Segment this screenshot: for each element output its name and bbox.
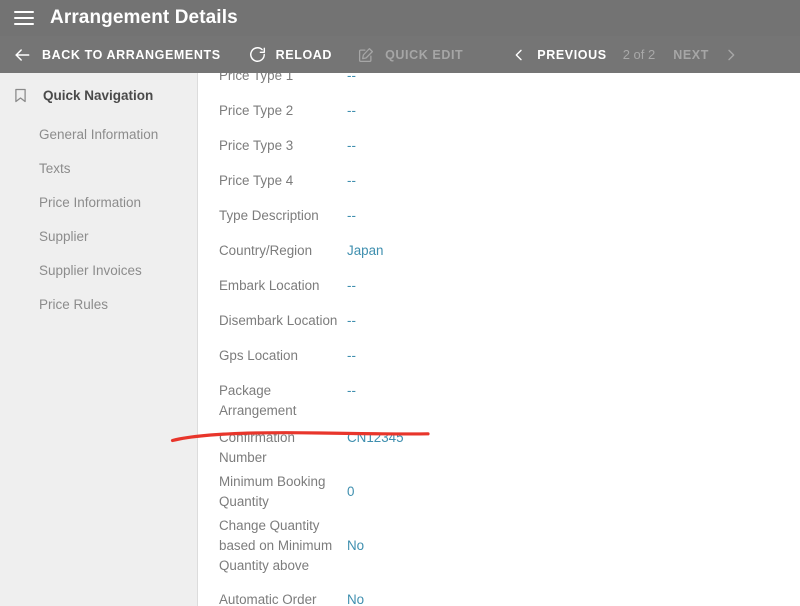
pager-count: 2 of 2 bbox=[622, 47, 656, 62]
previous-label: PREVIOUS bbox=[537, 47, 607, 62]
sidebar-item-label: Price Rules bbox=[39, 296, 109, 312]
bookmark-icon bbox=[12, 86, 34, 105]
next-label: NEXT bbox=[673, 47, 709, 62]
field-label: Price Type 2 bbox=[219, 103, 294, 118]
field-value[interactable]: No bbox=[347, 512, 364, 556]
field-label: Gps Location bbox=[219, 348, 298, 363]
field-label: Country/Region bbox=[219, 243, 313, 258]
reload-button[interactable]: RELOAD bbox=[248, 36, 332, 73]
back-to-arrangements-button[interactable]: BACK TO ARRANGEMENTS bbox=[0, 36, 221, 73]
app-root: Arrangement Details BACK TO ARRANGEMENTS… bbox=[0, 0, 800, 606]
field-label: Price Type 1 bbox=[219, 73, 294, 83]
field-row-automatic-order: Automatic Order No bbox=[199, 583, 800, 606]
field-row-disembark-location: Disembark Location -- bbox=[199, 304, 800, 339]
sidebar-item-label: General Information bbox=[39, 126, 159, 142]
field-row-price-type-4: Price Type 4 -- bbox=[199, 164, 800, 199]
sidebar-item-supplier[interactable]: Supplier bbox=[0, 219, 197, 253]
field-value[interactable]: Japan bbox=[347, 234, 383, 261]
field-value[interactable]: -- bbox=[347, 304, 356, 331]
field-value[interactable]: -- bbox=[347, 374, 356, 401]
field-row-price-type-2: Price Type 2 -- bbox=[199, 94, 800, 129]
field-value[interactable]: -- bbox=[347, 94, 356, 121]
field-row-price-type-1: Price Type 1 -- bbox=[199, 73, 800, 94]
field-list: Price Type 1 -- Price Type 2 -- Price Ty… bbox=[199, 73, 800, 606]
field-label: Embark Location bbox=[219, 278, 320, 293]
field-label: Price Type 3 bbox=[219, 138, 294, 153]
chevron-right-icon bbox=[723, 46, 739, 64]
quick-navigation-header: Quick Navigation bbox=[0, 73, 197, 117]
refresh-icon bbox=[248, 45, 267, 64]
field-label: Type Description bbox=[219, 208, 319, 223]
quick-navigation-title: Quick Navigation bbox=[43, 87, 154, 103]
field-label: Confirmation Number bbox=[219, 430, 295, 465]
field-row-type-description: Type Description -- bbox=[199, 199, 800, 234]
field-row-country-region: Country/Region Japan bbox=[199, 234, 800, 269]
back-to-arrangements-label: BACK TO ARRANGEMENTS bbox=[42, 47, 221, 62]
sidebar-item-texts[interactable]: Texts bbox=[0, 151, 197, 185]
field-value[interactable]: -- bbox=[347, 73, 356, 86]
field-row-package-arrangement: Package Arrangement -- bbox=[199, 374, 800, 421]
quick-edit-label: QUICK EDIT bbox=[385, 47, 464, 62]
pencil-square-icon bbox=[357, 46, 375, 64]
previous-button[interactable]: PREVIOUS bbox=[511, 36, 606, 73]
arrow-left-icon bbox=[12, 45, 32, 65]
next-button[interactable]: NEXT bbox=[673, 36, 739, 73]
field-value[interactable]: -- bbox=[347, 269, 356, 296]
field-label: Minimum Booking Quantity bbox=[219, 474, 326, 509]
field-value[interactable]: -- bbox=[347, 164, 356, 191]
reload-label: RELOAD bbox=[275, 47, 333, 62]
field-value[interactable]: -- bbox=[347, 199, 356, 226]
field-row-change-quantity-based-on-minimum: Change Quantity based on Minimum Quantit… bbox=[199, 512, 800, 576]
field-value[interactable]: No bbox=[347, 583, 364, 606]
field-row-confirmation-number: Confirmation Number CN12345 bbox=[199, 421, 800, 468]
field-value[interactable]: 0 bbox=[347, 468, 354, 502]
field-value[interactable]: -- bbox=[347, 129, 356, 156]
field-value[interactable]: -- bbox=[347, 339, 356, 366]
hamburger-menu-icon[interactable] bbox=[6, 0, 42, 36]
field-row-minimum-booking-quantity: Minimum Booking Quantity 0 bbox=[199, 468, 800, 512]
sidebar-item-label: Supplier Invoices bbox=[39, 262, 142, 278]
field-row-embark-location: Embark Location -- bbox=[199, 269, 800, 304]
sidebar-item-price-information[interactable]: Price Information bbox=[0, 185, 197, 219]
hamburger-line bbox=[14, 17, 34, 19]
chevron-left-icon bbox=[511, 46, 527, 64]
sidebar-item-label: Texts bbox=[39, 160, 71, 176]
details-panel: Price Type 1 -- Price Type 2 -- Price Ty… bbox=[199, 73, 800, 606]
field-row-gps-location: Gps Location -- bbox=[199, 339, 800, 374]
sidebar-item-label: Supplier bbox=[39, 228, 89, 244]
page-title: Arrangement Details bbox=[50, 7, 238, 28]
field-label: Disembark Location bbox=[219, 313, 338, 328]
field-label: Automatic Order bbox=[219, 592, 317, 606]
sidebar: Quick Navigation General Information Tex… bbox=[0, 73, 198, 606]
field-row-price-type-3: Price Type 3 -- bbox=[199, 129, 800, 164]
field-label: Package Arrangement bbox=[219, 383, 297, 418]
action-toolbar: BACK TO ARRANGEMENTS RELOAD QUICK EDIT P… bbox=[0, 36, 800, 73]
title-bar: Arrangement Details bbox=[0, 0, 800, 36]
sidebar-item-supplier-invoices[interactable]: Supplier Invoices bbox=[0, 253, 197, 287]
sidebar-item-price-rules[interactable]: Price Rules bbox=[0, 287, 197, 321]
hamburger-line bbox=[14, 11, 34, 13]
quick-edit-button[interactable]: QUICK EDIT bbox=[357, 36, 463, 73]
field-value[interactable]: CN12345 bbox=[347, 421, 404, 448]
hamburger-line bbox=[14, 23, 34, 25]
sidebar-item-label: Price Information bbox=[39, 194, 142, 210]
sidebar-item-general-information[interactable]: General Information bbox=[0, 117, 197, 151]
field-label: Change Quantity based on Minimum Quantit… bbox=[219, 518, 333, 573]
field-label: Price Type 4 bbox=[219, 173, 294, 188]
